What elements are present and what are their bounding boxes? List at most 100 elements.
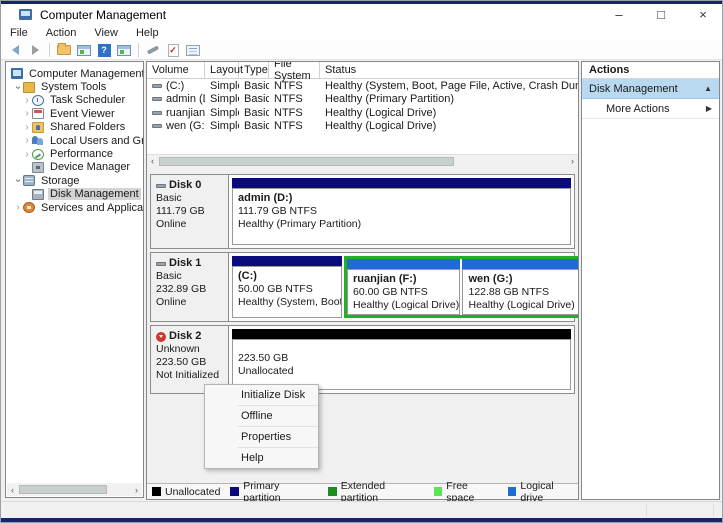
properties-button[interactable]	[183, 42, 203, 59]
column-volume[interactable]: Volume	[147, 62, 205, 78]
status-divider	[713, 504, 714, 516]
scrollbar-thumb[interactable]	[159, 156, 454, 166]
minimize-button[interactable]: –	[598, 4, 640, 25]
tree-item-storage[interactable]: › Storage	[6, 174, 143, 187]
back-button[interactable]	[5, 42, 25, 59]
disk-2-label[interactable]: Disk 2 Unknown 223.50 GB Not Initialized	[151, 326, 229, 393]
forward-arrow-icon	[31, 45, 39, 55]
system-tools-icon	[23, 81, 35, 93]
column-file-system[interactable]: File System	[269, 62, 320, 82]
help-button[interactable]: ?	[94, 42, 114, 59]
up-level-button[interactable]	[54, 42, 74, 59]
tree-item-performance[interactable]: › Performance	[6, 147, 143, 160]
menu-file[interactable]: File	[1, 26, 37, 40]
column-type[interactable]: Type	[239, 62, 269, 78]
title-bar[interactable]: Computer Management – □ ×	[1, 4, 722, 25]
tree-item-local-users-groups[interactable]: › Local Users and Groups	[6, 134, 143, 147]
actions-disk-management-group[interactable]: Disk Management ▲	[582, 79, 719, 99]
not-initialized-icon	[156, 331, 166, 342]
users-icon	[32, 135, 44, 146]
disk-context-menu: Initialize Disk Offline Properties Help	[204, 384, 319, 469]
disk-1-label[interactable]: Disk 1 Basic 232.89 GB Online	[151, 253, 229, 321]
toolbar-separator	[138, 43, 139, 57]
menu-help[interactable]: Help	[205, 448, 318, 468]
tree-item-shared-folders[interactable]: › Shared Folders	[6, 121, 143, 134]
logical-drive-strip	[347, 259, 461, 269]
legend-swatch	[327, 487, 337, 496]
collapse-caret-icon[interactable]: ▲	[704, 84, 712, 93]
scroll-right-icon[interactable]: ›	[131, 485, 142, 495]
volume-icon	[152, 124, 162, 129]
show-console-tree-button[interactable]	[74, 42, 94, 59]
partition-admin-d[interactable]: admin (D:) 111.79 GB NTFS Healthy (Prima…	[232, 178, 571, 245]
volume-list-header: Volume Layout Type File System Status	[147, 62, 578, 82]
unallocated-space[interactable]: 223.50 GB Unallocated	[232, 329, 571, 390]
tree-item-device-manager[interactable]: Device Manager	[6, 161, 143, 174]
tree-item-task-scheduler[interactable]: › Task Scheduler	[6, 94, 143, 107]
menu-action[interactable]: Action	[37, 26, 86, 40]
tree-item-disk-management[interactable]: Disk Management	[6, 188, 143, 201]
menu-properties[interactable]: Properties	[205, 427, 318, 447]
checklist-icon: ✓	[167, 43, 179, 57]
menu-bar: File Action View Help	[1, 25, 722, 41]
partition-wen-g[interactable]: wen (G:) 122.88 GB NTFS Healthy (Logical…	[462, 259, 578, 315]
performance-icon	[32, 148, 44, 160]
menu-initialize-disk[interactable]: Initialize Disk	[205, 385, 318, 405]
volume-row-c[interactable]: (C:) Simple Basic NTFS Healthy (System, …	[147, 79, 578, 93]
legend-primary-partition: Primary partition	[230, 480, 318, 504]
workspace: Computer Management (Local › System Tool…	[1, 60, 722, 504]
app-icon	[19, 9, 32, 20]
services-icon	[23, 202, 35, 214]
chevron-collapsed-icon[interactable]: ›	[22, 122, 32, 133]
partition-legend: Unallocated Primary partition Extended p…	[147, 480, 578, 504]
column-status[interactable]: Status	[320, 62, 578, 78]
show-action-pane-button[interactable]	[114, 42, 134, 59]
tree-item-system-tools[interactable]: › System Tools	[6, 80, 143, 93]
unallocated-strip	[232, 329, 571, 339]
status-divider	[646, 504, 647, 516]
chevron-collapsed-icon[interactable]: ›	[22, 149, 32, 160]
shared-folder-icon	[32, 121, 44, 133]
actions-more-actions[interactable]: More Actions ▶	[582, 99, 719, 119]
primary-partition-strip	[232, 178, 571, 188]
window-title: Computer Management	[40, 7, 167, 22]
scroll-right-icon[interactable]: ›	[567, 156, 578, 166]
close-button[interactable]: ×	[682, 4, 722, 25]
volume-row-wen-g[interactable]: wen (G:) Simple Basic NTFS Healthy (Logi…	[147, 120, 578, 134]
volume-horizontal-scrollbar[interactable]: ‹ ›	[147, 154, 578, 167]
console-tree-panel: Computer Management (Local › System Tool…	[5, 61, 144, 498]
legend-free-space: Free space	[433, 480, 498, 504]
check-disk-button[interactable]: ✓	[163, 42, 183, 59]
menu-help[interactable]: Help	[127, 26, 168, 40]
scroll-left-icon[interactable]: ‹	[147, 156, 158, 166]
clock-icon	[32, 94, 44, 106]
bottom-border-strip	[1, 518, 722, 522]
scroll-left-icon[interactable]: ‹	[7, 485, 18, 495]
column-layout[interactable]: Layout	[205, 62, 243, 78]
chevron-collapsed-icon[interactable]: ›	[22, 95, 32, 106]
tree-item-computer-management[interactable]: Computer Management (Local	[6, 67, 143, 80]
back-arrow-icon	[11, 45, 19, 55]
tree-item-services-applications[interactable]: › Services and Applications	[6, 201, 143, 214]
chevron-expanded-icon[interactable]: ›	[13, 82, 24, 92]
maximize-button[interactable]: □	[640, 4, 682, 25]
tree-item-event-viewer[interactable]: › Event Viewer	[6, 107, 143, 120]
volume-row-ruanjian-f[interactable]: ruanjian (F:) Simple Basic NTFS Healthy …	[147, 106, 578, 120]
rescan-button[interactable]	[143, 42, 163, 59]
disk-0-label[interactable]: Disk 0 Basic 111.79 GB Online	[151, 175, 229, 248]
computer-icon	[11, 68, 23, 80]
actions-pane: Actions Disk Management ▲ More Actions ▶	[581, 61, 720, 500]
tree-horizontal-scrollbar[interactable]: ‹ ›	[7, 483, 142, 496]
chevron-collapsed-icon[interactable]: ›	[22, 108, 32, 119]
chevron-collapsed-icon[interactable]: ›	[22, 135, 32, 146]
volume-row-admin-d[interactable]: admin (D:) Simple Basic NTFS Healthy (Pr…	[147, 93, 578, 107]
chevron-collapsed-icon[interactable]: ›	[13, 202, 23, 213]
submenu-caret-icon[interactable]: ▶	[706, 104, 712, 113]
menu-offline[interactable]: Offline	[205, 406, 318, 426]
menu-view[interactable]: View	[85, 26, 127, 40]
partition-ruanjian-f[interactable]: ruanjian (F:) 60.00 GB NTFS Healthy (Log…	[347, 259, 461, 315]
scrollbar-thumb[interactable]	[19, 485, 107, 494]
partition-c[interactable]: (C:) 50.00 GB NTFS Healthy (System, Boot…	[232, 256, 342, 318]
chevron-expanded-icon[interactable]: ›	[13, 176, 24, 186]
forward-button[interactable]	[25, 42, 45, 59]
